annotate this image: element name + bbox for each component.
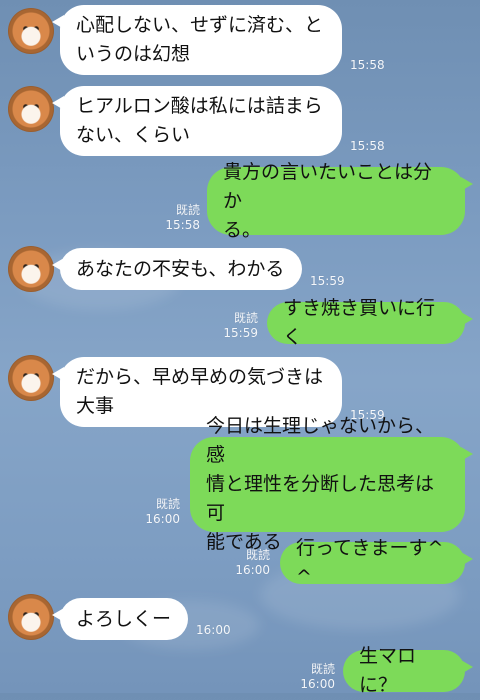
read-receipt: 既読: [310, 662, 335, 676]
message-text-line: 今日は生理じゃないから、感: [206, 415, 435, 466]
message-read-status: 既読 15:59: [218, 311, 258, 341]
message-bubble-incoming[interactable]: ヒアルロン酸は私には詰まら ない、くらい: [52, 86, 342, 156]
message-bubble-outgoing[interactable]: すき焼き買いに行く: [267, 297, 473, 348]
message-text-line: 心配しない、せずに済む、と: [76, 14, 324, 36]
read-receipt: 既読: [175, 203, 200, 217]
message-bubble-outgoing[interactable]: 今日は生理じゃないから、感 情と理性を分断した思考は可 能である: [190, 415, 473, 553]
message-text-line: すき焼き買いに行く: [283, 297, 436, 348]
message-read-status: 既読 16:00: [140, 497, 180, 527]
message-text-line: いうのは幻想: [76, 43, 191, 65]
message-bubble-incoming[interactable]: 心配しない、せずに済む、と いうのは幻想: [52, 5, 342, 75]
message-read-status: 既読 16:00: [230, 548, 270, 578]
message-text-line: る。: [223, 218, 262, 241]
read-receipt: 既読: [245, 548, 270, 562]
message-timestamp: 16:00: [300, 677, 335, 691]
message-timestamp: 15:59: [223, 326, 258, 340]
message-bubble-outgoing[interactable]: 行ってきまーす^ ^: [280, 537, 473, 588]
message-text-line: あなたの不安も、わかる: [76, 257, 285, 280]
message-text-line: ヒアルロン酸は私には詰まら: [76, 95, 323, 117]
message-timestamp: 15:59: [310, 274, 345, 288]
message-timestamp: 16:00: [235, 563, 270, 577]
message-text-line: 生マロに？: [359, 645, 417, 696]
message-timestamp: 15:58: [350, 139, 385, 153]
message-read-status: 既読 15:58: [160, 203, 200, 233]
message-timestamp: 16:00: [196, 623, 231, 637]
contact-avatar[interactable]: [8, 86, 54, 132]
message-text-line: ない、くらい: [76, 124, 191, 146]
contact-avatar[interactable]: [8, 8, 54, 54]
contact-avatar[interactable]: [8, 355, 54, 401]
message-timestamp: 15:58: [165, 218, 200, 232]
message-bubble-incoming[interactable]: あなたの不安も、わかる: [52, 248, 302, 290]
message-bubble-incoming[interactable]: よろしくー: [52, 598, 188, 640]
message-text-line: 行ってきまーす^ ^: [296, 537, 444, 588]
message-timestamp: 15:58: [350, 58, 385, 72]
message-text-line: よろしくー: [76, 607, 172, 630]
contact-avatar[interactable]: [8, 594, 54, 640]
message-text-line: だから、早め早めの気づきは: [76, 366, 324, 388]
message-bubble-outgoing[interactable]: 生マロに？: [343, 645, 473, 696]
message-bubble-outgoing[interactable]: 貴方の言いたいことは分か る。: [207, 161, 473, 241]
message-text-line: 情と理性を分断した思考は可: [206, 473, 435, 524]
read-receipt: 既読: [233, 311, 258, 325]
read-receipt: 既読: [155, 497, 180, 511]
message-read-status: 既読 16:00: [295, 662, 335, 692]
message-timestamp: 16:00: [145, 512, 180, 526]
contact-avatar[interactable]: [8, 246, 54, 292]
message-text-line: 貴方の言いたいことは分か: [223, 160, 433, 212]
